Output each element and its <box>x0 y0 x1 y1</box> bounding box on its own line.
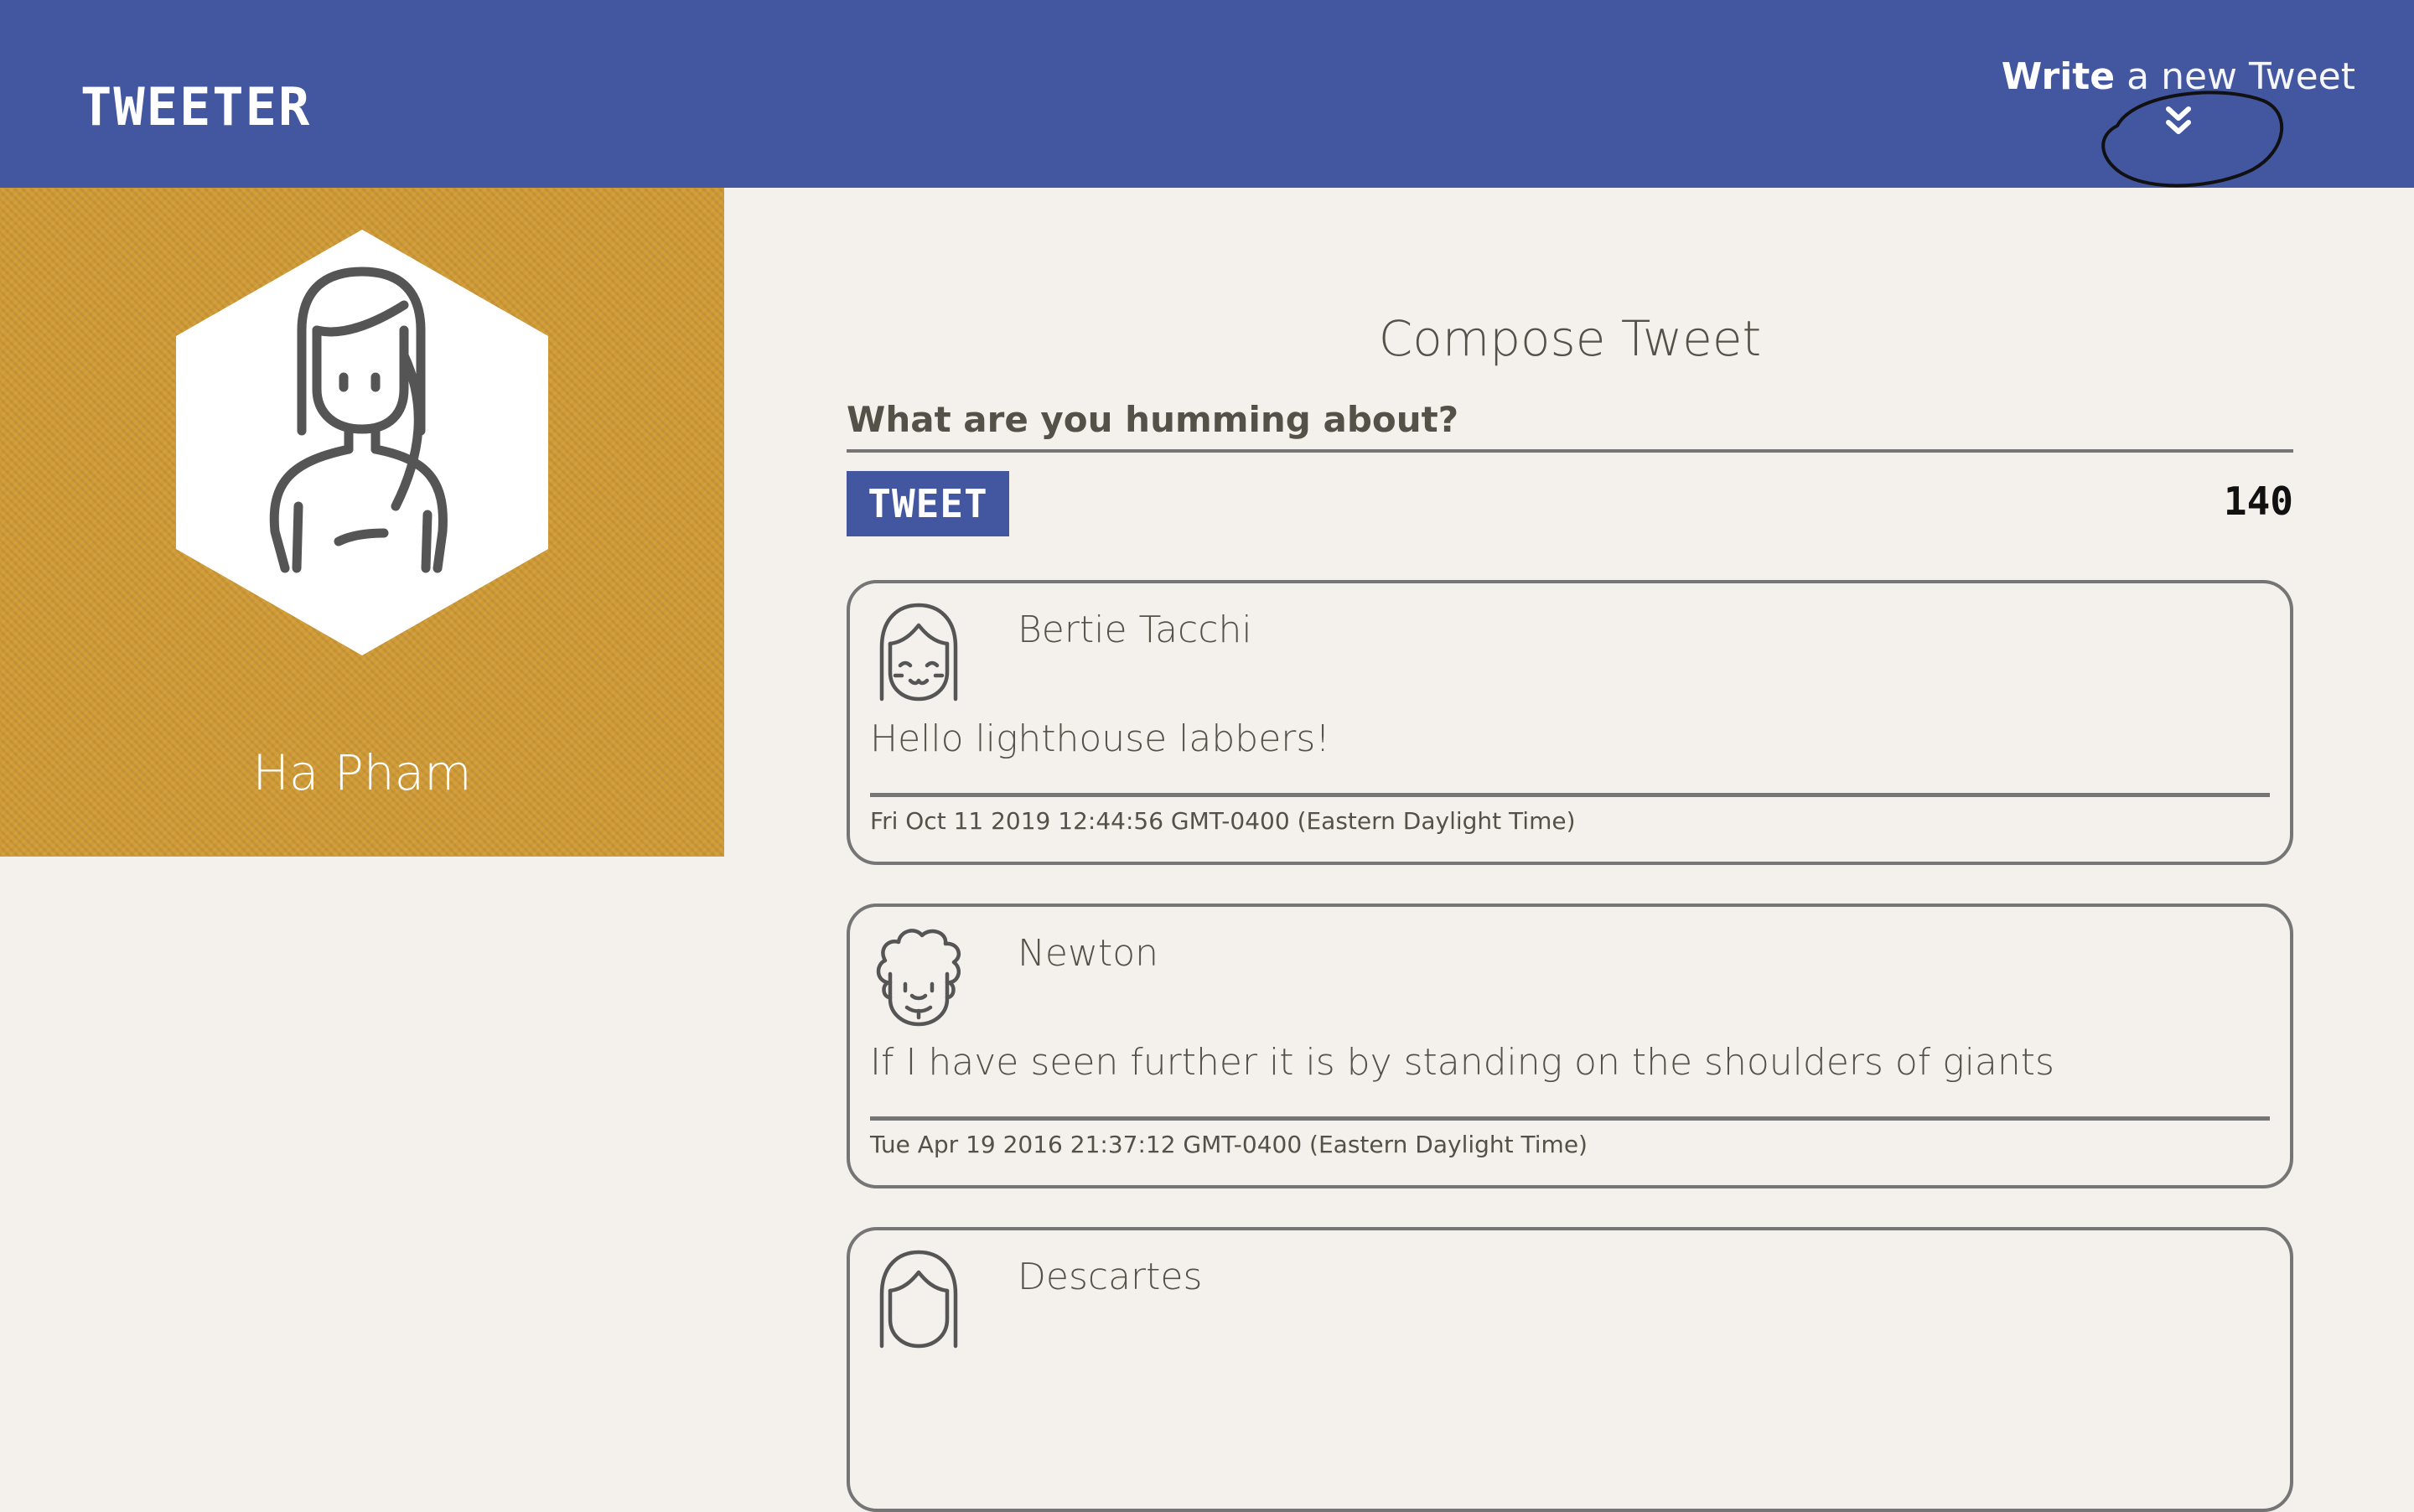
tweet-author: Descartes <box>1018 1256 1203 1298</box>
girl-avatar-icon <box>879 1250 958 1349</box>
tweet-card: Newton If I have seen further it is by s… <box>847 904 2293 1188</box>
tweet-divider <box>870 1116 2270 1121</box>
tweet-timestamp: Tue Apr 19 2016 21:37:12 GMT-0400 (Easte… <box>870 1131 1588 1158</box>
user-avatar-icon <box>176 230 548 655</box>
tweet-author: Bertie Tacchi <box>1018 608 1252 651</box>
tweet-card: Descartes <box>847 1227 2293 1512</box>
tweet-text-input[interactable] <box>847 389 2293 453</box>
tweet-card: Bertie Tacchi Hello lighthouse labbers! … <box>847 580 2293 865</box>
profile-panel: Ha Pham <box>0 188 724 857</box>
tweet-content: Hello lighthouse labbers! <box>870 717 1330 760</box>
profile-name: Ha Pham <box>252 744 472 801</box>
annotation-circle <box>2101 91 2284 188</box>
tweet-author: Newton <box>1018 932 1159 975</box>
tweet-submit-button[interactable]: TWEET <box>847 471 1009 536</box>
character-counter: 140 <box>2223 479 2293 524</box>
girl-avatar-icon <box>879 603 958 702</box>
app-logo[interactable]: TWEETER <box>80 77 311 137</box>
tweet-timestamp: Fri Oct 11 2019 12:44:56 GMT-0400 (Easte… <box>870 807 1576 835</box>
curly-hair-avatar-icon <box>876 929 961 1027</box>
compose-title: Compose Tweet <box>1378 310 1762 367</box>
tweet-content: If I have seen further it is by standing… <box>870 1041 2054 1084</box>
top-nav: TWEETER Write a new Tweet <box>0 0 2414 188</box>
tweet-divider <box>870 793 2270 797</box>
